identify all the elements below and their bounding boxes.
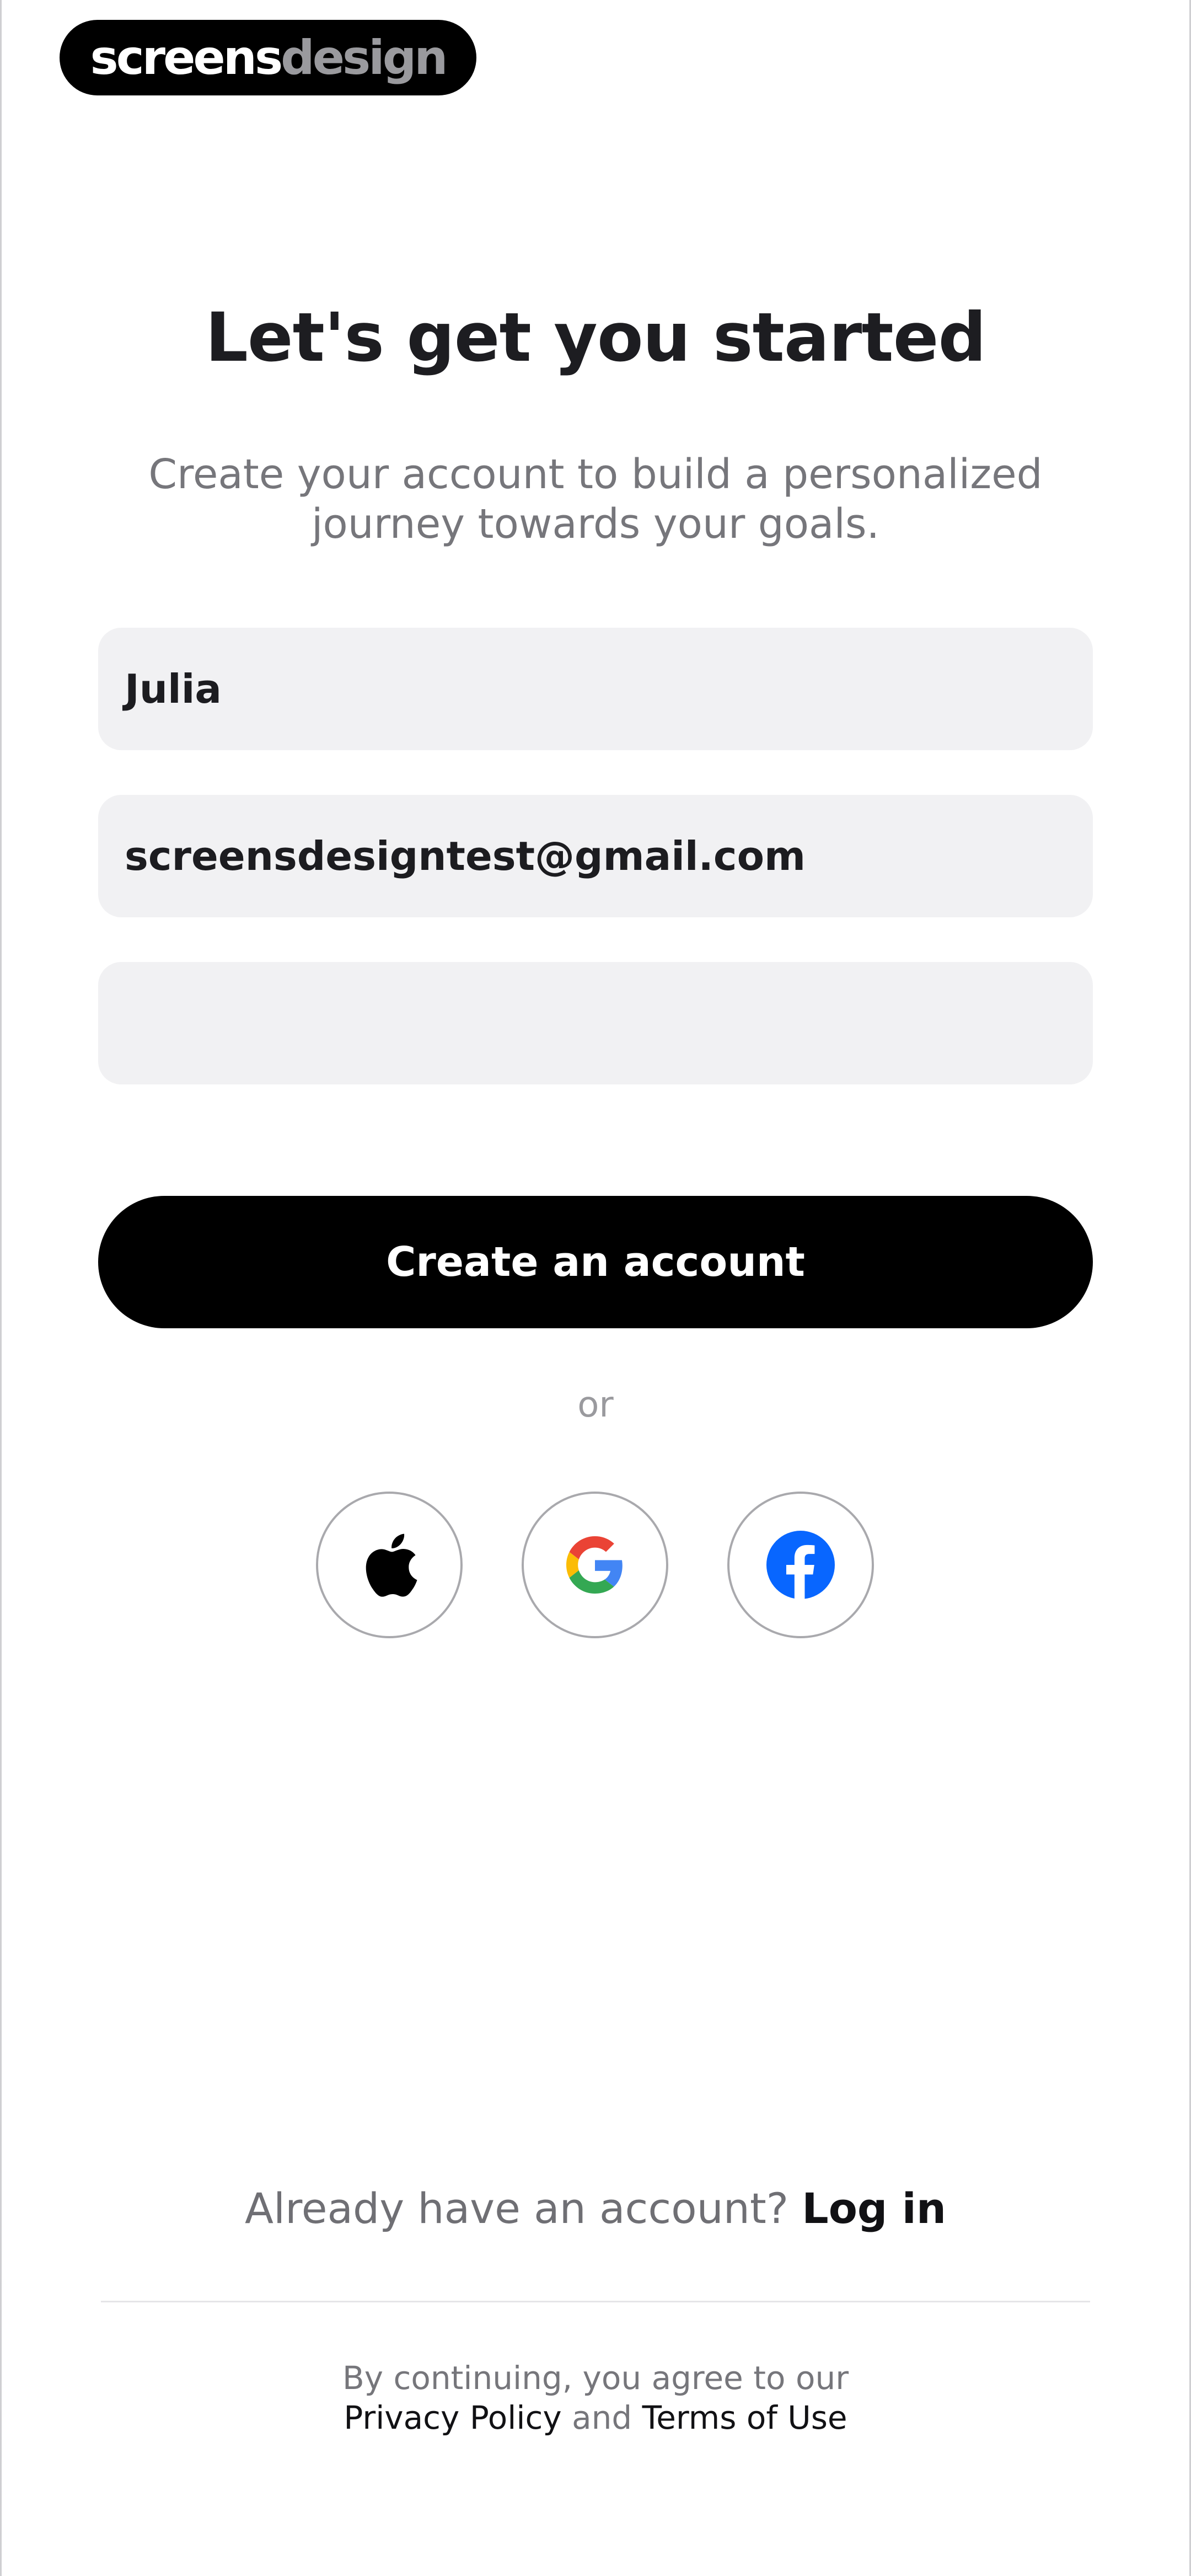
or-separator: or: [577, 1385, 614, 1425]
login-prompt: Already have an account? Log in: [0, 2183, 1191, 2233]
email-field[interactable]: screensdesigntest@gmail.com: [98, 795, 1093, 917]
terms-of-use-link[interactable]: Terms of Use: [642, 2399, 847, 2436]
google-sign-in-button[interactable]: [522, 1492, 668, 1638]
privacy-policy-link[interactable]: Privacy Policy: [344, 2399, 561, 2436]
legal-prefix: By continuing, you agree to our: [342, 2359, 849, 2397]
brand-logo: screens design: [60, 20, 476, 95]
name-field-value: Julia: [125, 666, 222, 712]
page-title: Let's get you started: [205, 298, 986, 377]
footer-divider: [101, 2301, 1090, 2302]
page-subtitle: Create your account to build a personali…: [148, 451, 1043, 548]
brand-logo-part-2: design: [281, 30, 448, 85]
name-field[interactable]: Julia: [98, 628, 1093, 750]
create-account-button-label: Create an account: [386, 1238, 805, 1286]
login-question-text: Already have an account?: [245, 2184, 789, 2233]
password-field[interactable]: [98, 962, 1093, 1084]
facebook-sign-in-button[interactable]: [727, 1492, 874, 1638]
legal-notice: By continuing, you agree to our Privacy …: [0, 2358, 1191, 2438]
google-icon: [566, 1536, 623, 1594]
apple-sign-in-button[interactable]: [316, 1492, 463, 1638]
login-link[interactable]: Log in: [802, 2184, 946, 2233]
legal-links-row: Privacy Policy and Terms of Use: [0, 2398, 1191, 2438]
facebook-icon: [766, 1531, 835, 1599]
apple-icon: [366, 1533, 417, 1597]
legal-and-text: and: [572, 2399, 632, 2436]
brand-logo-part-1: screens: [90, 30, 283, 85]
create-account-button[interactable]: Create an account: [98, 1196, 1093, 1328]
email-field-value: screensdesigntest@gmail.com: [125, 833, 806, 879]
